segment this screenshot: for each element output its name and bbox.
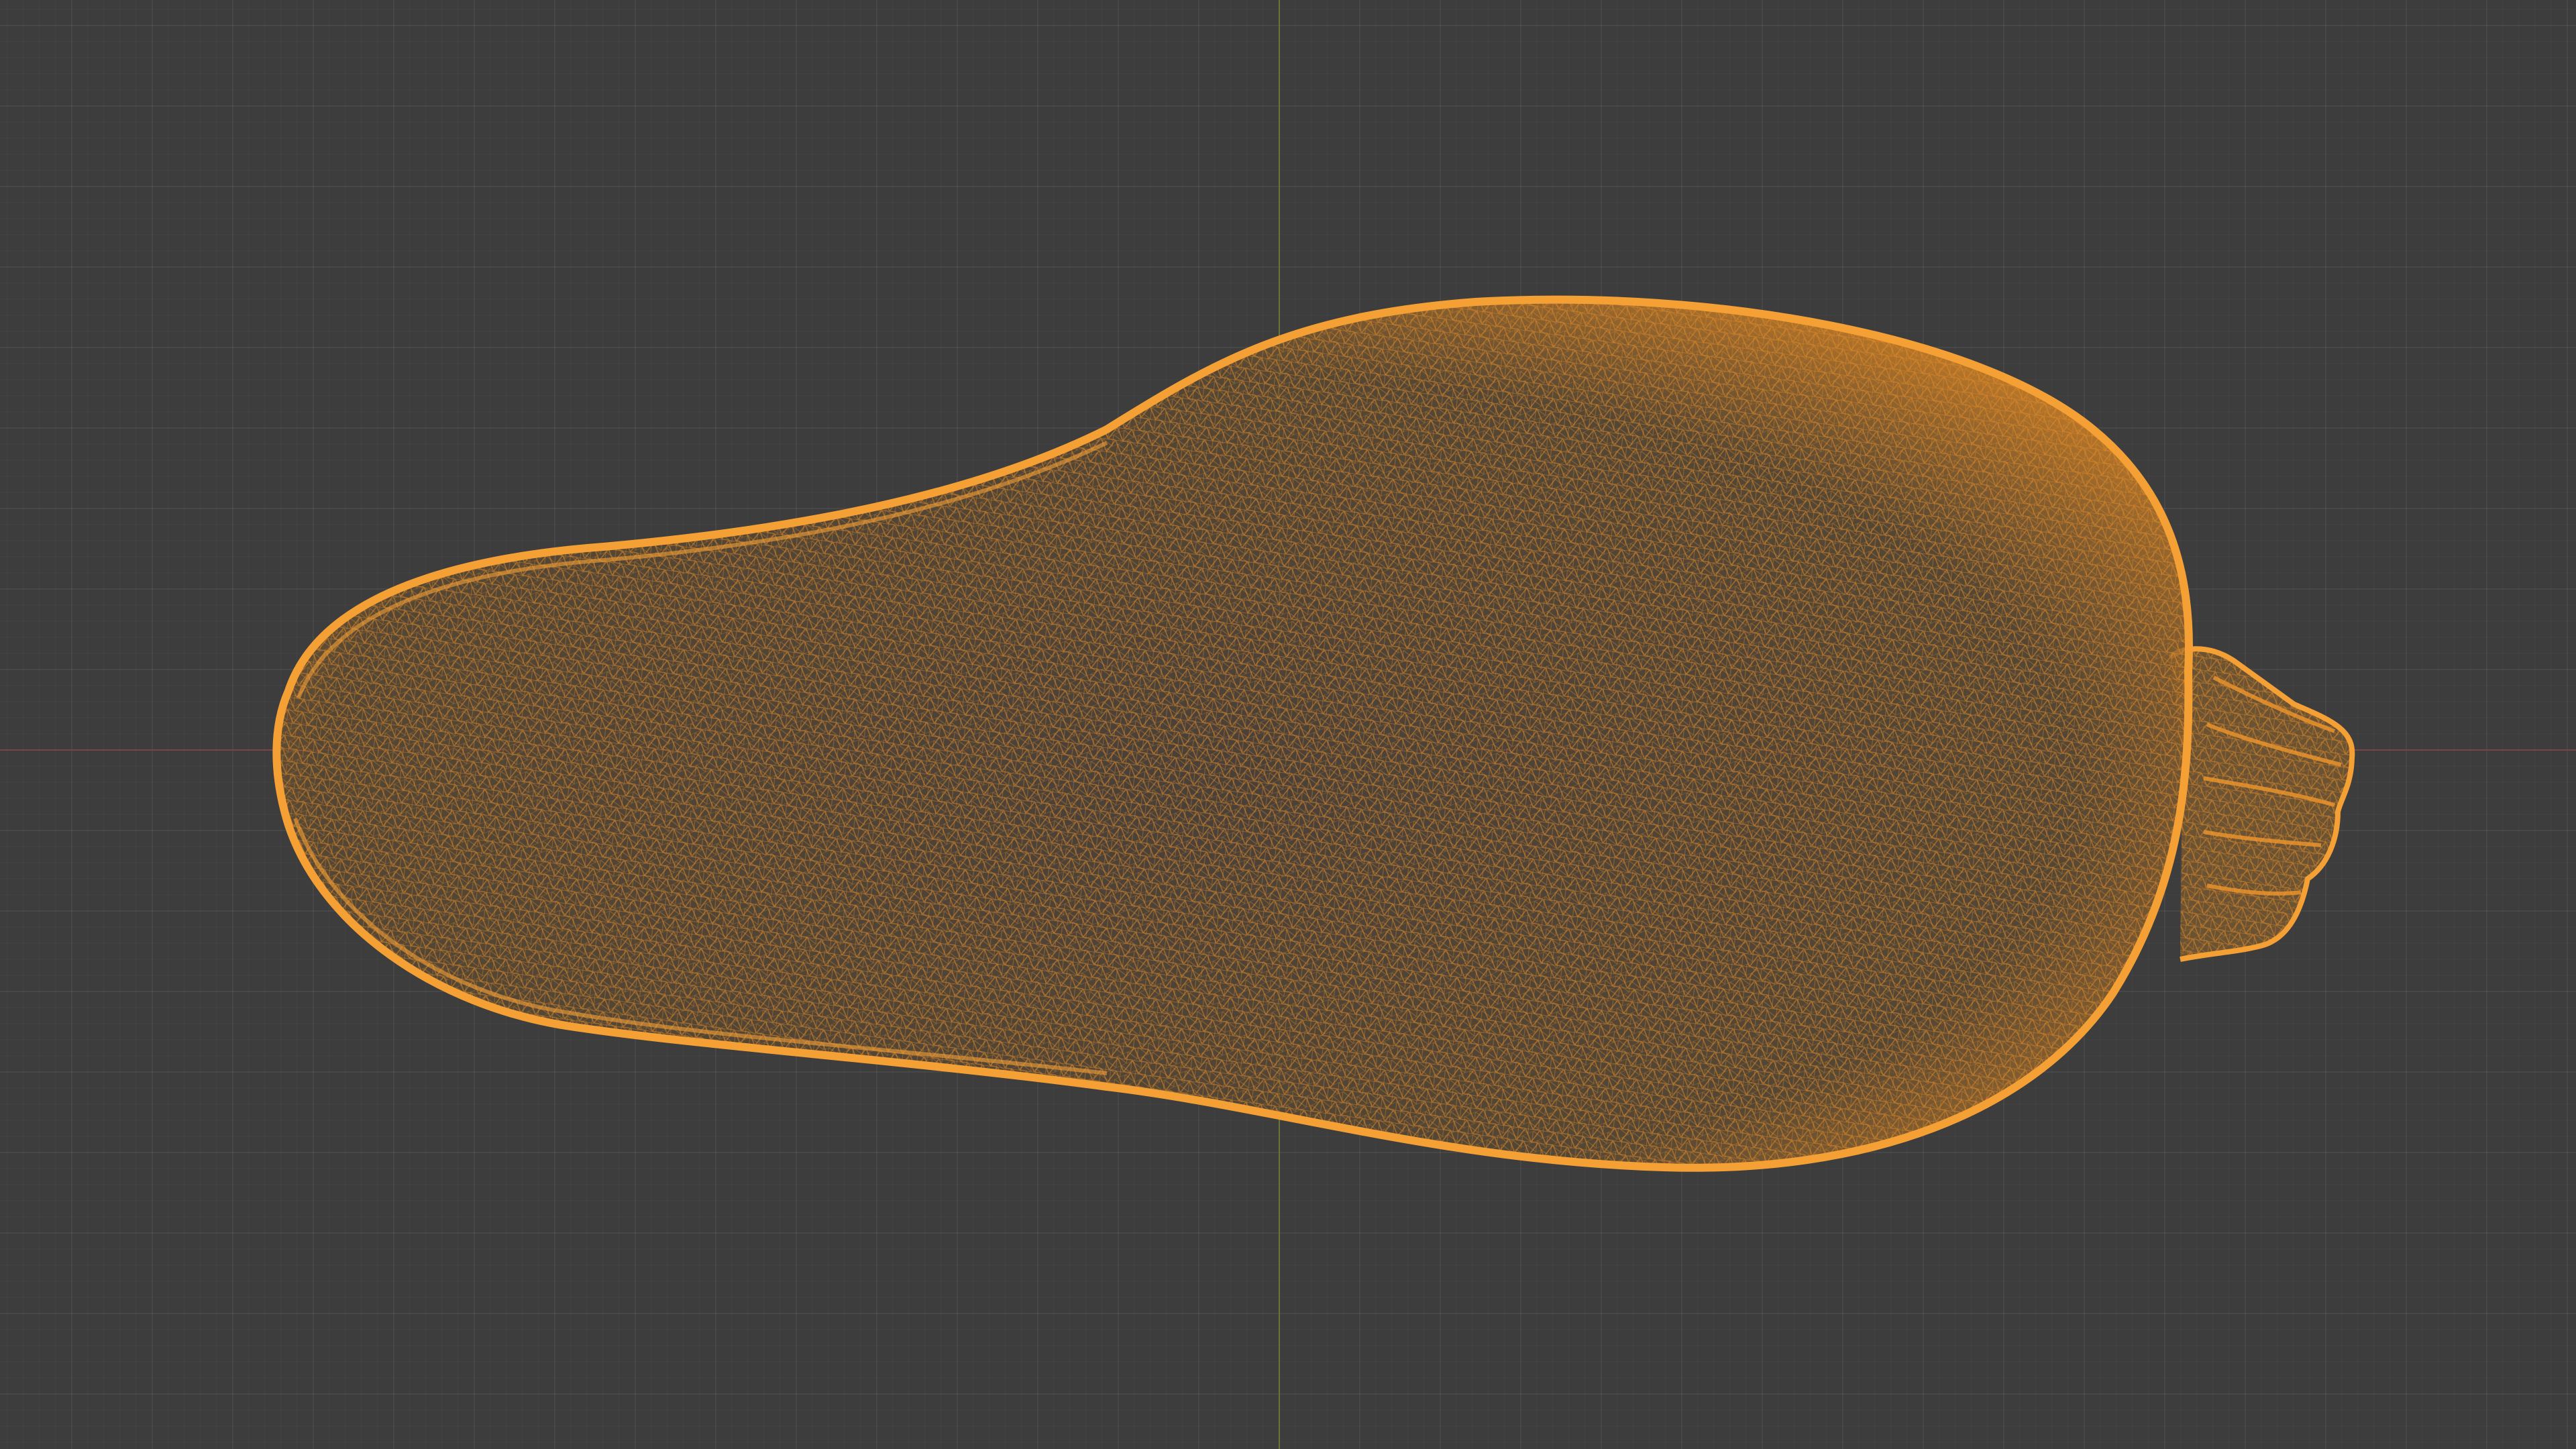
squash-wireframe-mesh[interactable]	[0, 0, 2576, 1449]
body	[276, 299, 2189, 1168]
3d-viewport[interactable]	[0, 0, 2576, 1449]
